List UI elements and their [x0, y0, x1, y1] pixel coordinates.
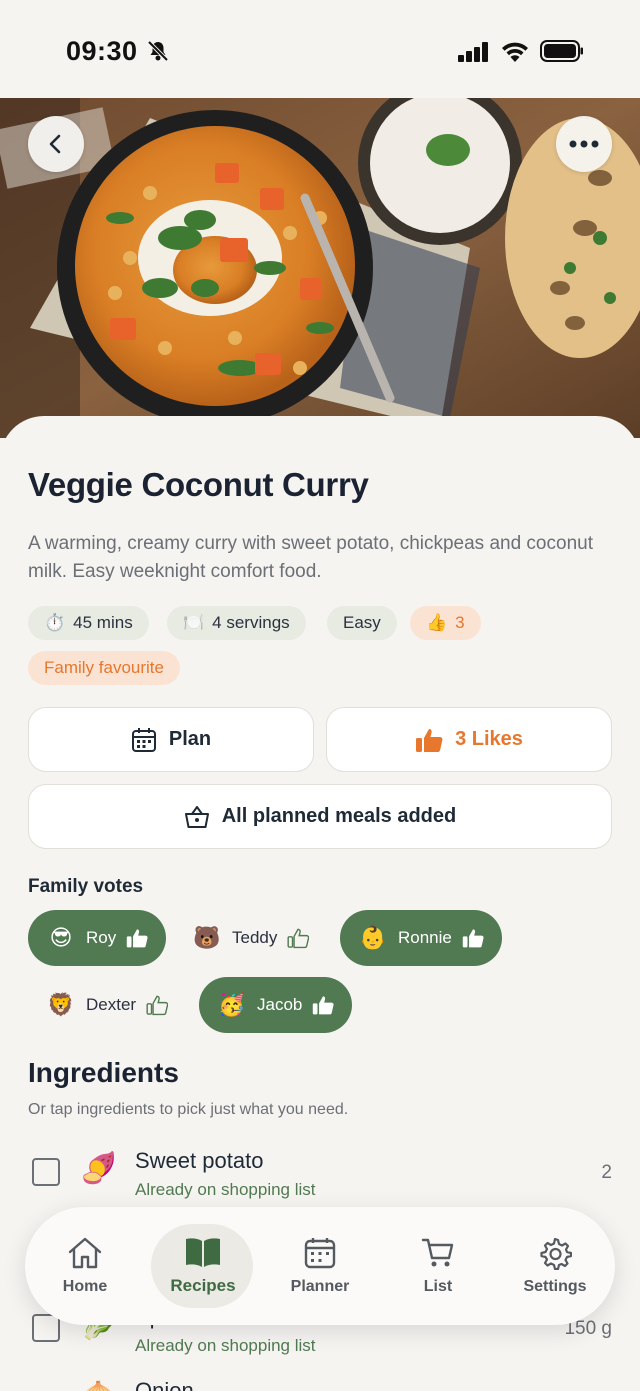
- member-name: Roy: [86, 928, 117, 947]
- chevron-left-icon: [49, 134, 61, 154]
- servings-chip: 🍽️ 4 servings: [167, 606, 306, 640]
- member-name: Ronnie: [398, 928, 452, 947]
- vote-dexter[interactable]: 🦁 Dexter: [28, 977, 186, 1033]
- time-label: 45 mins: [73, 613, 133, 632]
- ingredient-name: Sweet potato: [135, 1148, 264, 1173]
- avatar-emoji: 🦁: [47, 992, 75, 1017]
- recipe-hero-image: [0, 98, 640, 438]
- thumbs-up-icon: [416, 728, 443, 752]
- tag-label: Family favourite: [44, 658, 164, 677]
- vote-roy[interactable]: 😎 Roy: [28, 910, 167, 966]
- thumbs-up-icon: [127, 929, 148, 948]
- tab-label: Recipes: [170, 1276, 236, 1295]
- more-options-button[interactable]: [556, 116, 612, 172]
- bottom-tab-bar: Home Recipes Planner List Settings: [25, 1207, 615, 1325]
- recipe-description: A warming, creamy curry with sweet potat…: [28, 533, 593, 582]
- vote-ronnie[interactable]: 👶 Ronnie: [340, 910, 502, 966]
- sweet-potato-icon: 🍠: [80, 1152, 118, 1185]
- servings-label: 4 servings: [212, 613, 290, 632]
- difficulty-chip: Easy: [327, 606, 397, 640]
- tab-settings[interactable]: Settings: [503, 1207, 607, 1325]
- difficulty-label: Easy: [343, 613, 381, 632]
- thumbs-up-outline-icon: [287, 928, 310, 949]
- tab-label: Planner: [290, 1278, 350, 1295]
- time-chip: ⏱️ 45 mins: [28, 606, 149, 640]
- battery-icon: [540, 40, 583, 62]
- curry-photo: [0, 98, 640, 438]
- ingredient-row[interactable]: 🧅 Onion: [0, 1376, 640, 1391]
- plan-button[interactable]: Plan: [28, 707, 314, 772]
- onion-icon: 🧅: [80, 1381, 117, 1391]
- ingredients-title: Ingredients: [28, 1057, 179, 1088]
- tab-list[interactable]: List: [386, 1207, 490, 1325]
- bell-off-icon: [147, 40, 169, 62]
- timer-icon: ⏱️: [44, 613, 66, 632]
- likes-button[interactable]: 3 Likes: [326, 707, 612, 772]
- tab-label: List: [423, 1278, 453, 1295]
- likes-count: 3: [455, 613, 465, 632]
- tab-recipes[interactable]: Recipes: [151, 1207, 255, 1325]
- add-planned-meals-button[interactable]: All planned meals added: [28, 784, 612, 849]
- tab-home[interactable]: Home: [33, 1207, 137, 1325]
- add-meals-label: All planned meals added: [221, 805, 457, 827]
- signal-icon: [458, 42, 488, 62]
- avatar-emoji: 🥳: [218, 992, 246, 1017]
- likes-label: 3 Likes: [455, 728, 523, 750]
- status-time: 09:30: [66, 36, 138, 66]
- calendar-icon: [304, 1238, 336, 1269]
- back-button[interactable]: [28, 116, 84, 172]
- recipe-title: Veggie Coconut Curry: [28, 466, 369, 503]
- likes-chip: 👍 3: [410, 606, 481, 640]
- ingredient-qty: 2: [601, 1162, 612, 1183]
- ingredient-status: Already on shopping list: [135, 1180, 316, 1199]
- plan-label: Plan: [168, 728, 212, 750]
- wifi-icon: [502, 42, 528, 62]
- basket-icon: [184, 805, 209, 828]
- vote-jacob[interactable]: 🥳 Jacob: [199, 977, 353, 1033]
- member-name: Dexter: [86, 995, 137, 1014]
- member-name: Jacob: [257, 995, 303, 1014]
- vote-teddy[interactable]: 🐻 Teddy: [174, 910, 327, 966]
- status-bar: 09:30: [0, 0, 640, 98]
- thumbs-up-icon: [313, 996, 334, 1015]
- family-favourite-tag: Family favourite: [28, 651, 180, 685]
- family-votes-label: Family votes: [28, 876, 144, 897]
- plate-icon: 🍽️: [183, 613, 205, 632]
- thumbs-up-outline-icon: [146, 995, 169, 1016]
- tab-planner[interactable]: Planner: [268, 1207, 372, 1325]
- tab-label: Settings: [523, 1278, 587, 1295]
- home-icon: [68, 1237, 102, 1269]
- more-horizontal-icon: [569, 140, 599, 148]
- cart-icon: [421, 1238, 454, 1267]
- ingredient-status: Already on shopping list: [135, 1336, 316, 1355]
- calendar-icon: [131, 727, 156, 752]
- thumbs-up-icon: 👍: [426, 613, 448, 632]
- gear-icon: [540, 1237, 572, 1270]
- avatar-emoji: 😎: [49, 925, 73, 950]
- avatar-emoji: 👶: [359, 925, 387, 950]
- ingredient-name: Onion: [135, 1378, 194, 1391]
- book-icon: [186, 1238, 220, 1267]
- ingredient-row[interactable]: 🍠 Sweet potato Already on shopping list …: [0, 1146, 640, 1216]
- member-name: Teddy: [232, 928, 278, 947]
- thumbs-up-icon: [462, 929, 484, 948]
- ingredients-hint: Or tap ingredients to pick just what you…: [28, 1101, 349, 1118]
- tab-label: Home: [62, 1278, 108, 1295]
- ingredient-checkbox[interactable]: [32, 1158, 60, 1186]
- avatar-emoji: 🐻: [193, 925, 221, 950]
